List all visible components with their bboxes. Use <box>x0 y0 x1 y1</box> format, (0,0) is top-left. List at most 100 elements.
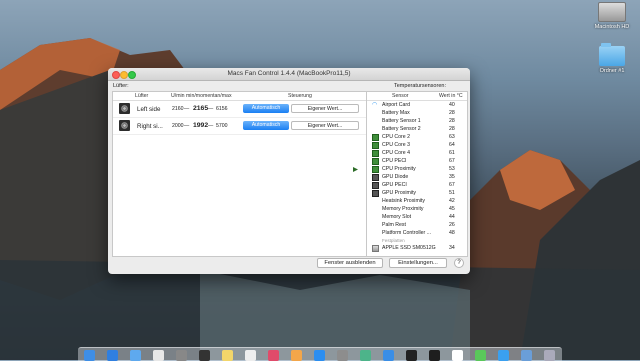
notes-icon[interactable] <box>222 350 233 361</box>
reminders-icon[interactable] <box>245 350 256 361</box>
sensor-value: 63 <box>449 134 455 140</box>
sensor-value: 45 <box>449 206 455 212</box>
sensor-name: CPU PECI <box>382 158 407 164</box>
hard-drive-icon <box>598 2 626 22</box>
sensor-name: Heatsink Proximity <box>382 198 425 204</box>
itunes-icon[interactable] <box>268 350 279 361</box>
slack-icon[interactable] <box>360 350 371 361</box>
sensor-value: 42 <box>449 198 455 204</box>
cpu-chip-icon <box>372 142 379 149</box>
sensor-value: 35 <box>449 174 455 180</box>
sensor-value: 67 <box>449 158 455 164</box>
sensor-name: Battery Max <box>382 110 410 116</box>
xcode-icon[interactable] <box>383 350 394 361</box>
sensor-row[interactable]: CPU PECI 67 <box>367 157 467 165</box>
rpm-separator: — <box>184 123 190 129</box>
app-window: Macs Fan Control 1.4.4 (MacBookPro11,5) … <box>108 68 470 274</box>
close-window-button[interactable] <box>112 71 120 79</box>
sensor-row[interactable]: Platform Controller ... 48 <box>367 229 467 237</box>
column-header-value: Wert in °C <box>439 93 463 99</box>
sensor-row[interactable]: Battery Max 28 <box>367 109 467 117</box>
appstore-icon[interactable] <box>314 350 325 361</box>
auto-control-button[interactable]: Automatisch <box>243 121 289 130</box>
mail-icon[interactable] <box>130 350 141 361</box>
sensor-value: 28 <box>449 126 455 132</box>
fan-name: Right si... <box>137 123 163 130</box>
finder-icon[interactable] <box>84 350 95 361</box>
trash-icon[interactable] <box>544 350 555 361</box>
fans-table: Lüfter U/min min/momentan/max Steuerung … <box>112 91 367 257</box>
sensor-value: 51 <box>449 190 455 196</box>
settings-button[interactable]: Einstellungen... <box>389 258 447 268</box>
sensor-row[interactable]: Memory Slot 44 <box>367 213 467 221</box>
photos-icon[interactable] <box>153 350 164 361</box>
folder-icon <box>599 43 625 66</box>
sensor-row[interactable]: Heatsink Proximity 42 <box>367 197 467 205</box>
downloads-icon[interactable] <box>521 350 532 361</box>
launchpad-icon[interactable] <box>176 350 187 361</box>
activity-monitor-icon[interactable] <box>429 350 440 361</box>
sensor-name: Memory Proximity <box>382 206 424 212</box>
terminal-icon[interactable] <box>406 350 417 361</box>
airdrop-icon[interactable] <box>498 350 509 361</box>
safari-icon[interactable] <box>107 350 118 361</box>
sensor-name: Battery Sensor 2 <box>382 126 421 132</box>
sensor-row[interactable]: CPU Core 2 63 <box>367 133 467 141</box>
sensor-name: CPU Core 4 <box>382 150 410 156</box>
sensor-row[interactable]: Memory Proximity 45 <box>367 205 467 213</box>
ibooks-icon[interactable] <box>291 350 302 361</box>
sensor-name: Airport Card <box>382 102 410 108</box>
sensor-value: 44 <box>449 214 455 220</box>
fan-name: Left side <box>137 106 161 113</box>
sensor-row[interactable]: ◠ Airport Card 40 <box>367 101 467 109</box>
sensor-row[interactable]: GPU Diode 35 <box>367 173 467 181</box>
sensor-rows: ◠ Airport Card 40 Battery Max 28 Battery Sens… <box>367 101 467 237</box>
disk-icon <box>372 245 379 252</box>
sensor-value: 26 <box>449 222 455 228</box>
row-selection-marker <box>352 166 359 173</box>
sensor-row[interactable]: CPU Core 3 64 <box>367 141 467 149</box>
sensor-name: GPU Proximity <box>382 190 417 196</box>
fan-row[interactable]: Right si... 2000 — 1992 — 5700 Automatis… <box>113 118 366 135</box>
sensor-row[interactable]: Battery Sensor 1 28 <box>367 117 467 125</box>
sensor-row[interactable]: CPU Proximity 53 <box>367 165 467 173</box>
sensor-row[interactable]: Palm Rest 26 <box>367 221 467 229</box>
fan-min-rpm: 2000 <box>172 123 184 129</box>
custom-value-button[interactable]: Eigener Wert... <box>291 121 359 130</box>
preferences-icon[interactable] <box>337 350 348 361</box>
sensor-value: 28 <box>449 118 455 124</box>
fan-row[interactable]: Left side 2160 — 2165 — 6156 Automatisch… <box>113 101 366 118</box>
desktop-icon-folder[interactable]: Ordner #1 <box>592 43 632 74</box>
clock-icon[interactable] <box>199 350 210 361</box>
calendar-icon[interactable] <box>452 350 463 361</box>
sensor-row[interactable]: GPU PECI 67 <box>367 181 467 189</box>
gpu-chip-icon <box>372 174 379 181</box>
desktop-icon-hd[interactable]: Macintosh HD <box>592 2 632 30</box>
rpm-separator: — <box>208 106 214 112</box>
auto-control-button[interactable]: Automatisch <box>243 104 289 113</box>
rpm-separator: — <box>208 123 214 129</box>
maximize-window-button[interactable] <box>128 71 136 79</box>
minimize-window-button[interactable] <box>120 71 128 79</box>
sensors-table: Sensor Wert in °C ◠ Airport Card 40 Battery… <box>366 91 468 257</box>
wifi-icon: ◠ <box>372 102 378 108</box>
fan-current-rpm: 1992 <box>193 122 209 129</box>
cpu-chip-icon <box>372 158 379 165</box>
sensor-row[interactable]: GPU Proximity 51 <box>367 189 467 197</box>
sensor-name: CPU Proximity <box>382 166 416 172</box>
sensor-row[interactable]: APPLE SSD SM0512G 34 <box>367 244 467 252</box>
hide-window-button[interactable]: Fenster ausblenden <box>317 258 383 268</box>
column-header-rpm: U/min min/momentan/max <box>171 93 232 99</box>
sensors-section-label: Temperatursensoren: <box>394 83 446 89</box>
custom-value-button[interactable]: Eigener Wert... <box>291 104 359 113</box>
title-bar[interactable]: Macs Fan Control 1.4.4 (MacBookPro11,5) <box>108 68 470 81</box>
rpm-separator: — <box>184 106 190 112</box>
desktop-icon-label: Macintosh HD <box>594 24 630 30</box>
sensor-name: Memory Slot <box>382 214 412 220</box>
help-button[interactable]: ? <box>454 258 464 268</box>
fan-current-rpm: 2165 <box>193 105 209 112</box>
messages-icon[interactable] <box>475 350 486 361</box>
sensor-row[interactable]: CPU Core 4 61 <box>367 149 467 157</box>
sensor-name: Palm Rest <box>382 222 406 228</box>
sensor-row[interactable]: Battery Sensor 2 28 <box>367 125 467 133</box>
